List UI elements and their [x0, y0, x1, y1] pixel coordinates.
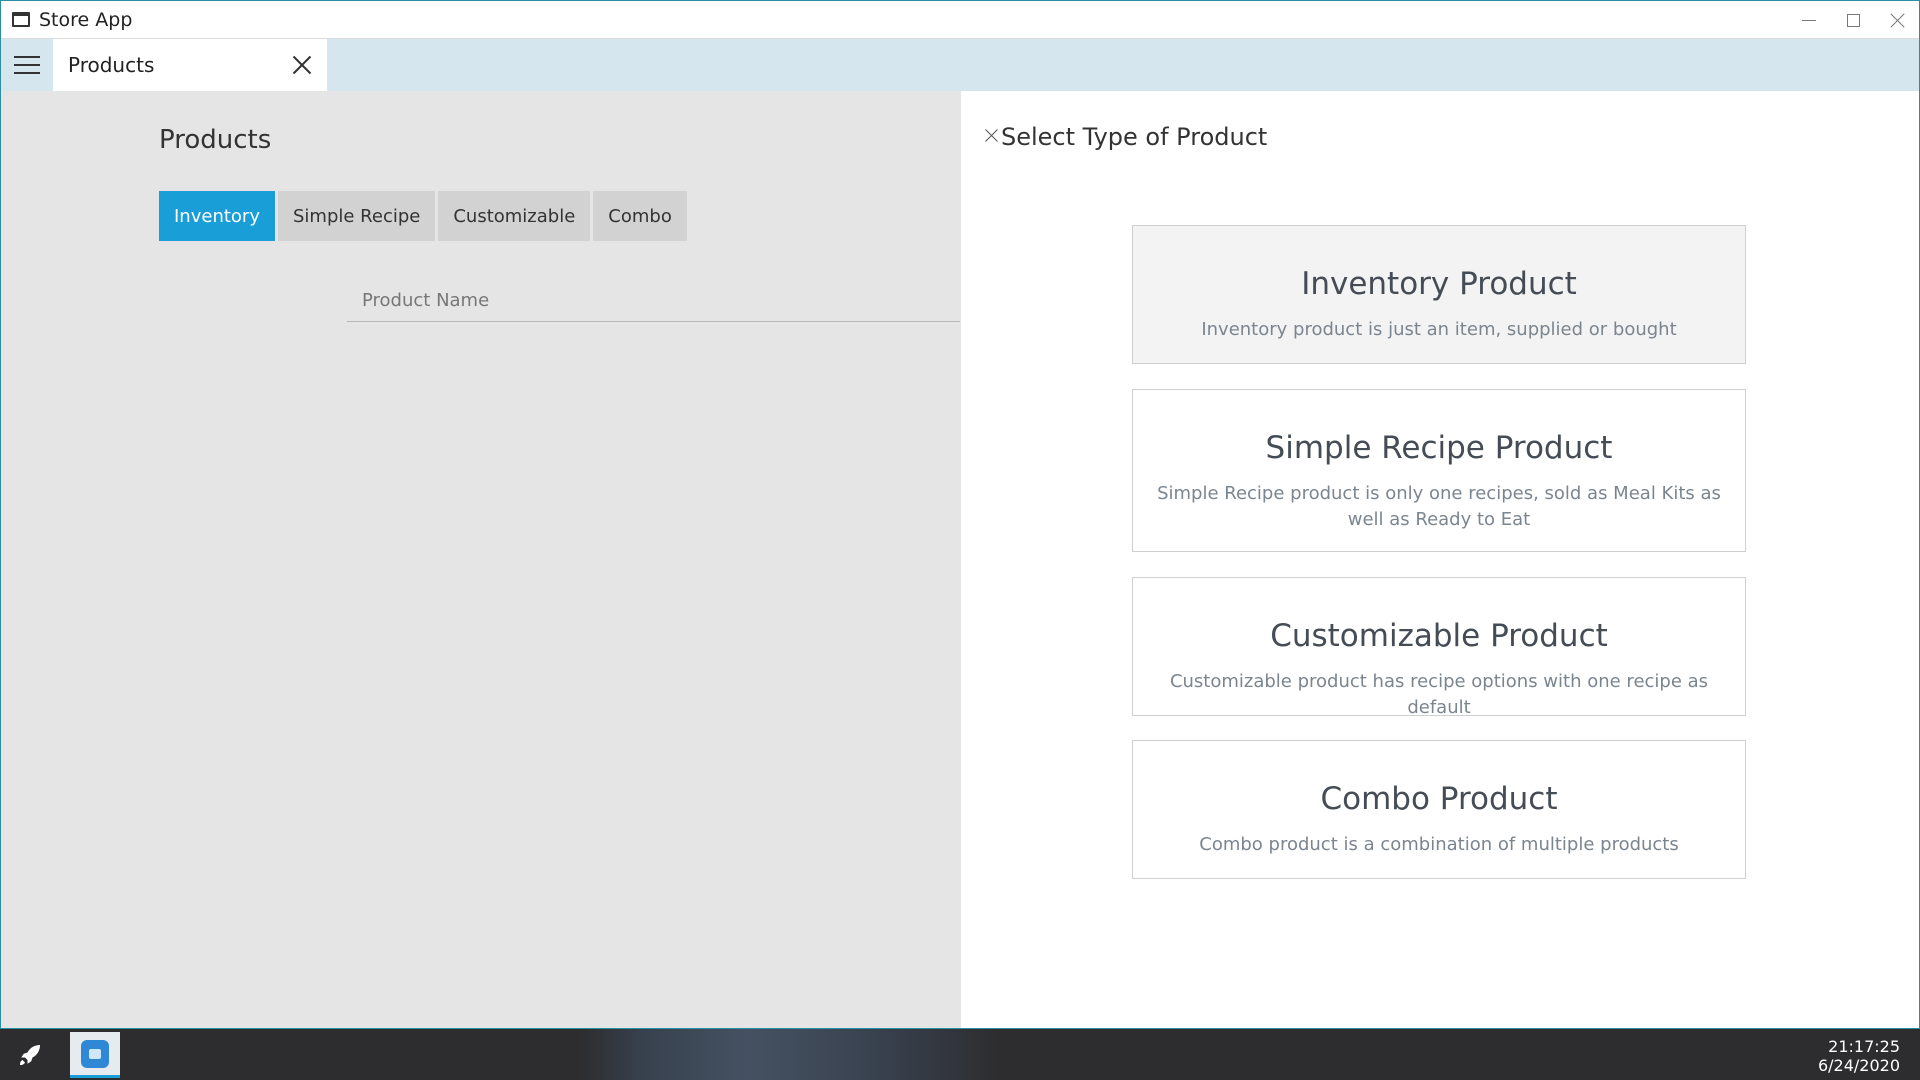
document-tab-bar: Products — [1, 39, 1919, 91]
window-title: Store App — [39, 8, 133, 31]
tab-label: Products — [68, 53, 155, 77]
tab-inventory[interactable]: Inventory — [159, 191, 275, 241]
option-description: Simple Recipe product is only one recipe… — [1157, 483, 1721, 530]
product-name-placeholder: Product Name — [362, 290, 490, 311]
window-icon — [12, 12, 30, 27]
option-combo-product[interactable]: Combo Product Combo product is a combina… — [1132, 740, 1746, 879]
product-name-input[interactable]: Product Name — [347, 280, 960, 322]
tab-products[interactable]: Products — [53, 39, 327, 91]
clock-date: 6/24/2020 — [1817, 1056, 1900, 1075]
products-page: Products Inventory Simple Recipe Customi… — [1, 91, 960, 1028]
close-icon — [1890, 13, 1905, 28]
app-window: Store App Products Products Inventory Si… — [0, 0, 1920, 1029]
option-title: Customizable Product — [1270, 618, 1608, 654]
option-description: Inventory product is just an item, suppl… — [1201, 319, 1677, 340]
wallpaper-strip — [580, 1029, 1000, 1080]
rocket-icon[interactable] — [10, 1037, 50, 1073]
close-icon[interactable] — [985, 129, 998, 142]
option-customizable-product[interactable]: Customizable Product Customizable produc… — [1132, 577, 1746, 718]
title-bar: Store App — [1, 1, 1919, 39]
tab-customizable[interactable]: Customizable — [438, 191, 591, 241]
product-type-tabs: Inventory Simple Recipe Customizable Com… — [159, 191, 687, 241]
maximize-icon — [1846, 13, 1860, 27]
option-description: Customizable product has recipe options … — [1169, 671, 1709, 718]
clock-time: 21:17:25 — [1828, 1037, 1900, 1056]
taskbar-clock[interactable]: 21:17:25 6/24/2020 — [1818, 1037, 1900, 1075]
option-title: Inventory Product — [1301, 266, 1577, 302]
option-inventory-product[interactable]: Inventory Product Inventory product is j… — [1132, 225, 1746, 364]
window-controls — [1787, 1, 1919, 39]
option-title: Simple Recipe Product — [1265, 430, 1613, 466]
tab-simple-recipe[interactable]: Simple Recipe — [277, 191, 436, 241]
taskbar: 21:17:25 6/24/2020 — [0, 1029, 1920, 1080]
tab-combo[interactable]: Combo — [593, 191, 687, 241]
page-title: Products — [159, 125, 272, 155]
close-window-button[interactable] — [1875, 1, 1919, 39]
option-description: Combo product is a combination of multip… — [1199, 834, 1679, 855]
rocket-icon-svg — [20, 1045, 40, 1065]
taskbar-store-app[interactable] — [70, 1032, 120, 1078]
panel-title: Select Type of Product — [1001, 123, 1268, 151]
minimize-icon — [1802, 19, 1816, 21]
tab-close-icon[interactable] — [293, 56, 311, 74]
minimize-button[interactable] — [1787, 1, 1831, 39]
select-product-type-panel: Select Type of Product Inventory Product… — [961, 91, 1919, 1028]
hamburger-menu-icon[interactable] — [1, 39, 52, 91]
maximize-button[interactable] — [1831, 1, 1875, 39]
option-title: Combo Product — [1320, 781, 1558, 817]
store-app-icon — [81, 1039, 109, 1068]
option-simple-recipe-product[interactable]: Simple Recipe Product Simple Recipe prod… — [1132, 389, 1746, 552]
